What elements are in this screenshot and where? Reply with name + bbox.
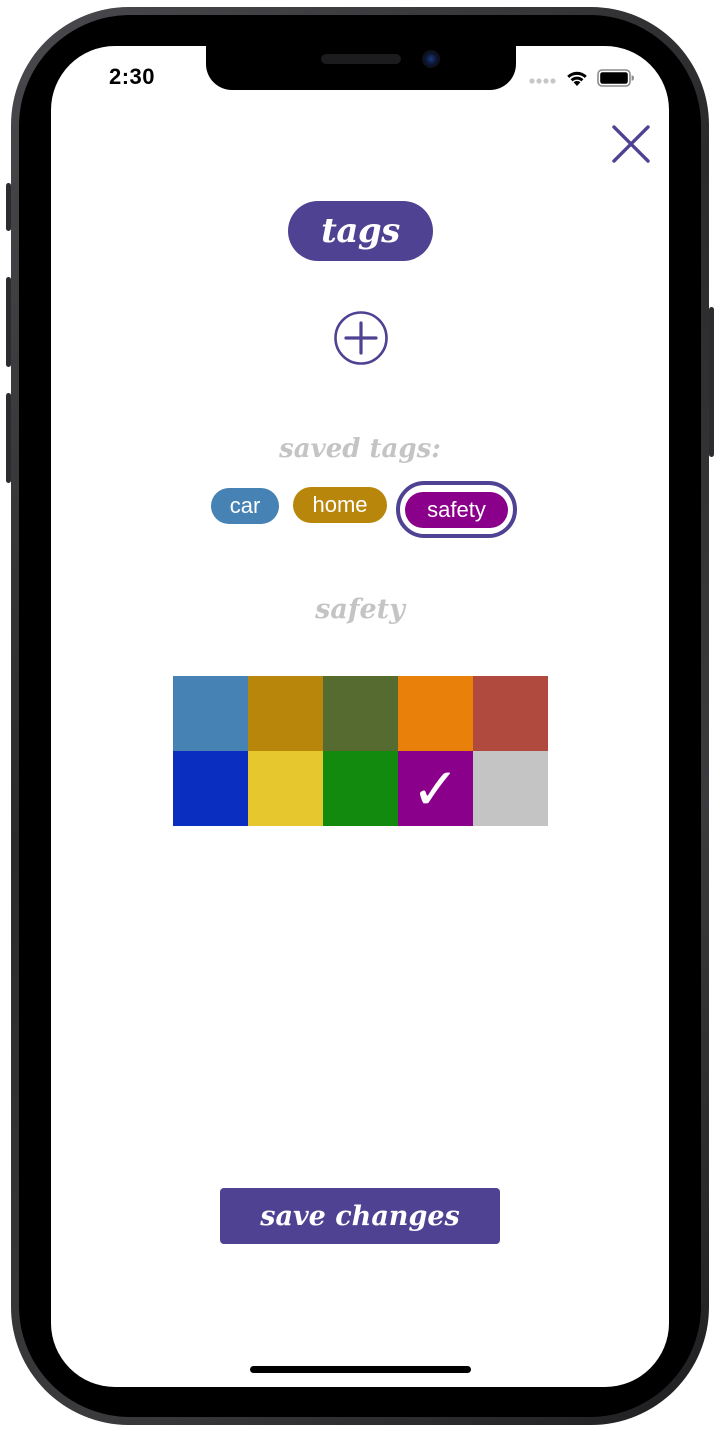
add-tag-button[interactable]: [333, 310, 389, 366]
earpiece-speaker: [321, 54, 401, 64]
save-changes-button[interactable]: save changes: [220, 1188, 500, 1244]
color-swatch-olive[interactable]: [323, 676, 398, 751]
color-swatch-steelblue[interactable]: [173, 676, 248, 751]
close-icon: [612, 125, 650, 163]
notch: [206, 46, 516, 90]
save-changes-label: save changes: [260, 1200, 460, 1232]
close-button[interactable]: [611, 124, 651, 164]
volume-down-button: [6, 393, 11, 483]
front-camera: [422, 50, 440, 68]
tag-chip-home[interactable]: home: [293, 487, 387, 523]
battery-icon: [597, 69, 634, 87]
tag-chip-label: home: [312, 492, 368, 517]
volume-up-button: [6, 277, 11, 367]
color-swatch-green[interactable]: [323, 751, 398, 826]
plus-circle-icon: [334, 311, 388, 365]
color-swatch-purple-selected[interactable]: ✓: [398, 751, 473, 826]
color-swatch-yellow[interactable]: [248, 751, 323, 826]
signal-icon: [529, 78, 556, 84]
silent-switch: [6, 183, 11, 231]
color-swatch-blue[interactable]: [173, 751, 248, 826]
saved-tags-label: saved tags:: [279, 434, 441, 464]
status-icons: [529, 68, 635, 88]
color-swatch-orange[interactable]: [398, 676, 473, 751]
color-swatch-goldenrod[interactable]: [248, 676, 323, 751]
home-indicator[interactable]: [250, 1366, 471, 1373]
tag-chip-label: car: [229, 493, 261, 518]
tag-chip-label: safety: [427, 496, 486, 522]
page-title: tags: [288, 201, 433, 261]
checkmark-icon: ✓: [411, 754, 460, 823]
status-time: 2:30: [109, 64, 156, 89]
screen: 2:30 tags saved tags: car home safety sa…: [51, 46, 669, 1387]
color-swatch-gray[interactable]: [473, 751, 548, 826]
power-button: [709, 307, 714, 457]
tag-chip-safety-selected[interactable]: safety: [396, 481, 517, 538]
selected-tag-name: safety: [315, 594, 405, 625]
tag-chip-safety[interactable]: safety: [405, 491, 508, 528]
tag-chip-car[interactable]: car: [211, 488, 279, 524]
wifi-icon: [567, 71, 587, 86]
color-swatch-brick-red[interactable]: [473, 676, 548, 751]
color-palette: ✓: [173, 676, 548, 826]
